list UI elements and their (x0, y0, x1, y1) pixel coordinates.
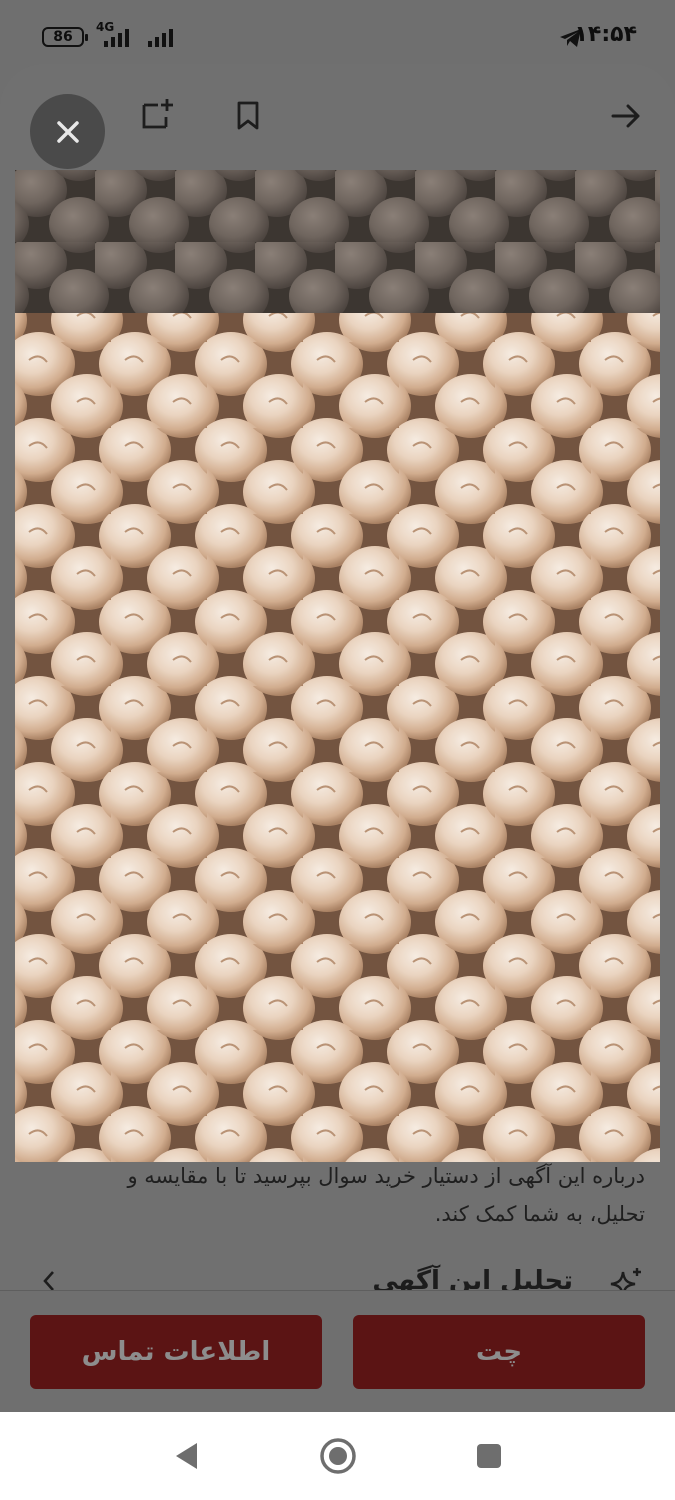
chevron-left-icon (43, 1271, 54, 1291)
chickpeas-image (15, 170, 660, 1162)
add-note-button[interactable] (137, 96, 177, 136)
recents-square-icon (477, 1444, 501, 1468)
contact-info-button[interactable]: اطلاعات تماس (30, 1315, 322, 1389)
back-triangle-icon (176, 1443, 197, 1469)
back-button[interactable] (606, 96, 646, 136)
bookmark-icon (237, 101, 259, 130)
battery-indicator: 86 (42, 27, 88, 47)
chat-button[interactable]: چت (353, 1315, 645, 1389)
description-line-2: تحلیل، به شما کمک کند. (434, 1202, 645, 1226)
battery-level: 86 (53, 29, 73, 45)
nav-back-button[interactable] (166, 1436, 206, 1476)
bookmark-button[interactable] (228, 96, 268, 136)
action-bar: اطلاعات تماس چت (0, 1290, 675, 1412)
home-circle-icon (320, 1438, 356, 1474)
close-icon (56, 120, 79, 143)
nav-home-button[interactable] (318, 1436, 358, 1476)
assistant-description: درباره این آگهی از دستیار خرید سوال بپرس… (30, 1154, 645, 1236)
status-bar: 86 4G ۱۴:۵۴ (0, 0, 675, 68)
system-nav-bar (0, 1412, 675, 1500)
ad-photo[interactable] (15, 170, 660, 1162)
add-note-icon (142, 99, 173, 129)
close-button[interactable] (30, 94, 105, 169)
signal-strength-icon (104, 27, 129, 47)
nav-recents-button[interactable] (469, 1436, 509, 1476)
clock: ۱۴:۵۴ (574, 22, 637, 47)
back-arrow-icon (611, 104, 640, 128)
signal-strength-icon-2 (148, 27, 173, 47)
